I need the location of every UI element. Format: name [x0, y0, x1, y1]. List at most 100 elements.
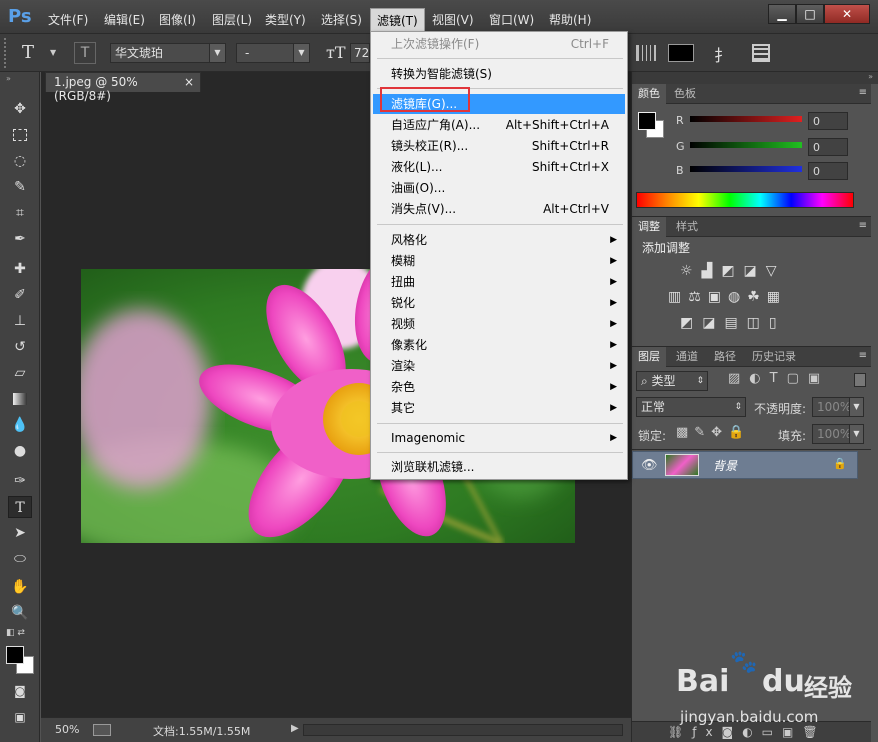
marquee-tool-icon[interactable] — [8, 124, 32, 146]
eye-visibility-icon[interactable]: 👁 — [641, 458, 658, 473]
menu-item-video[interactable]: 视频 ▶ — [373, 314, 625, 334]
pen-tool-icon[interactable]: ✑ — [8, 470, 32, 492]
screen-mode-icon[interactable]: ▣ — [8, 706, 32, 728]
panel-menu-icon[interactable]: ≡ — [859, 350, 867, 361]
menu-item-distort[interactable]: 扭曲 ▶ — [373, 272, 625, 292]
crop-tool-icon[interactable]: ⌗ — [8, 202, 32, 224]
menu-item-vanishing-point[interactable]: 消失点(V)... Alt+Ctrl+V — [373, 199, 625, 219]
menu-item-imagenomic[interactable]: Imagenomic ▶ — [373, 428, 625, 448]
adjustment-icons-row-1[interactable]: ☼▟◩◪▽ — [680, 263, 786, 279]
menu-item-browse-online-filters[interactable]: 浏览联机滤镜... — [373, 457, 625, 477]
menu-edit[interactable]: 编辑(E) — [104, 11, 145, 28]
tab-color[interactable]: 颜色 — [632, 84, 666, 104]
healing-brush-tool-icon[interactable]: ✚ — [8, 258, 32, 280]
minimize-button[interactable]: ▁ — [768, 4, 796, 24]
color-spectrum-bar[interactable] — [636, 192, 854, 208]
menu-item-noise[interactable]: 杂色 ▶ — [373, 377, 625, 397]
channel-b-slider[interactable] — [690, 166, 802, 172]
ellipse-tool-icon[interactable]: ⬭ — [8, 548, 32, 570]
menu-type[interactable]: 类型(Y) — [265, 11, 306, 28]
align-bars-icon[interactable] — [636, 45, 656, 61]
blur-tool-icon[interactable]: 💧 — [8, 414, 32, 436]
brush-tool-icon[interactable]: ✐ — [8, 284, 32, 306]
tab-history[interactable]: 历史记录 — [746, 347, 802, 367]
type-tool-icon[interactable]: T — [8, 496, 32, 518]
hand-tool-icon[interactable]: ✋ — [8, 576, 32, 598]
toggle-orientation-icon[interactable]: T — [74, 42, 96, 64]
channel-g-value[interactable]: 0 — [808, 138, 848, 156]
status-menu-arrow-icon[interactable]: ▶ — [291, 723, 299, 734]
menu-file[interactable]: 文件(F) — [48, 11, 88, 28]
channel-r-slider[interactable] — [690, 116, 802, 122]
menu-item-pixelate[interactable]: 像素化 ▶ — [373, 335, 625, 355]
tool-preset-chevron-icon[interactable]: ▼ — [50, 48, 56, 57]
menu-item-blur[interactable]: 模糊 ▶ — [373, 251, 625, 271]
zoom-level[interactable]: 50% — [55, 723, 79, 736]
close-button[interactable]: ✕ — [824, 4, 870, 24]
menu-layer[interactable]: 图层(L) — [212, 11, 252, 28]
character-panel-icon[interactable] — [752, 44, 770, 62]
color-fg-swatch[interactable] — [638, 112, 656, 130]
channel-b-value[interactable]: 0 — [808, 162, 848, 180]
menu-item-adaptive-wide-angle[interactable]: 自适应广角(A)... Alt+Shift+Ctrl+A — [373, 115, 625, 135]
menu-item-render[interactable]: 渲染 ▶ — [373, 356, 625, 376]
channel-r-value[interactable]: 0 — [808, 112, 848, 130]
menu-filter[interactable]: 滤镜(T) — [370, 8, 425, 33]
menu-item-last-filter[interactable]: 上次滤镜操作(F) Ctrl+F — [373, 34, 625, 54]
quick-mask-icon[interactable]: ◙ — [8, 680, 32, 702]
menu-help[interactable]: 帮助(H) — [549, 11, 591, 28]
move-tool-icon[interactable]: ✥ — [8, 98, 32, 120]
lasso-tool-icon[interactable]: ◌ — [8, 150, 32, 172]
tab-layers[interactable]: 图层 — [632, 347, 666, 367]
document-tab-close-icon[interactable]: × — [184, 75, 194, 89]
menu-item-filter-gallery[interactable]: 滤镜库(G)... — [373, 94, 625, 114]
layer-row-background[interactable]: 👁 背景 🔒 — [632, 451, 858, 479]
opacity-field[interactable]: 100% ▼ — [812, 397, 864, 417]
gradient-tool-icon[interactable] — [8, 388, 32, 410]
menu-item-lens-correction[interactable]: 镜头校正(R)... Shift+Ctrl+R — [373, 136, 625, 156]
menu-view[interactable]: 视图(V) — [432, 11, 474, 28]
font-size-field[interactable]: 72 — [350, 43, 370, 63]
expand-arrows-icon[interactable]: » — [868, 72, 873, 81]
adjustment-icons-row-2[interactable]: ▥⚖▣◍☘▦ — [668, 289, 787, 305]
eyedropper-tool-icon[interactable]: ✒ — [8, 228, 32, 250]
horizontal-scrollbar[interactable] — [303, 724, 623, 736]
panel-menu-icon[interactable]: ≡ — [859, 87, 867, 98]
type-tool-icon[interactable]: T — [22, 42, 34, 63]
adjustment-icons-row-3[interactable]: ◩◪▤◫▯ — [680, 315, 786, 331]
fill-field[interactable]: 100% ▼ — [812, 424, 864, 444]
font-style-select[interactable]: - ▼ — [236, 43, 310, 63]
menu-item-liquify[interactable]: 液化(L)... Shift+Ctrl+X — [373, 157, 625, 177]
menu-item-sharpen[interactable]: 锐化 ▶ — [373, 293, 625, 313]
channel-g-slider[interactable] — [690, 142, 802, 148]
blend-mode-select[interactable]: 正常 ⇕ — [636, 397, 746, 417]
tab-styles[interactable]: 样式 — [670, 217, 704, 237]
tab-swatches[interactable]: 色板 — [668, 84, 702, 104]
font-family-select[interactable]: 华文琥珀 ▼ — [110, 43, 226, 63]
history-brush-tool-icon[interactable]: ↺ — [8, 336, 32, 358]
tab-adjustments[interactable]: 调整 — [632, 217, 666, 237]
layer-filter-kind[interactable]: ⌕ 类型 ⇕ — [636, 371, 708, 391]
panel-menu-icon[interactable]: ≡ — [859, 220, 867, 231]
menu-item-other[interactable]: 其它 ▶ — [373, 398, 625, 418]
warp-text-icon[interactable]: ⺘ — [714, 42, 730, 66]
menu-item-stylize[interactable]: 风格化 ▶ — [373, 230, 625, 250]
menu-select[interactable]: 选择(S) — [321, 11, 362, 28]
status-info-icon[interactable] — [93, 724, 111, 736]
collapse-arrows-icon[interactable]: » — [6, 74, 11, 83]
eraser-tool-icon[interactable]: ▱ — [8, 362, 32, 384]
text-color-swatch[interactable] — [668, 44, 694, 62]
document-tab[interactable]: 1.jpeg @ 50%(RGB/8#) × — [45, 72, 201, 103]
dodge-tool-icon[interactable]: ● — [8, 440, 32, 462]
menu-item-oil-paint[interactable]: 油画(O)... — [373, 178, 625, 198]
filter-toggle[interactable] — [854, 373, 866, 387]
clone-stamp-tool-icon[interactable]: ⊥ — [8, 310, 32, 332]
menu-image[interactable]: 图像(I) — [159, 11, 196, 28]
maximize-button[interactable]: □ — [796, 4, 824, 24]
lock-icons[interactable]: ▩✎✥🔒 — [676, 425, 750, 440]
quick-select-tool-icon[interactable]: ✎ — [8, 176, 32, 198]
menu-window[interactable]: 窗口(W) — [489, 11, 534, 28]
tab-paths[interactable]: 路径 — [708, 347, 742, 367]
path-select-tool-icon[interactable]: ➤ — [8, 522, 32, 544]
zoom-tool-icon[interactable]: 🔍 — [8, 602, 32, 624]
